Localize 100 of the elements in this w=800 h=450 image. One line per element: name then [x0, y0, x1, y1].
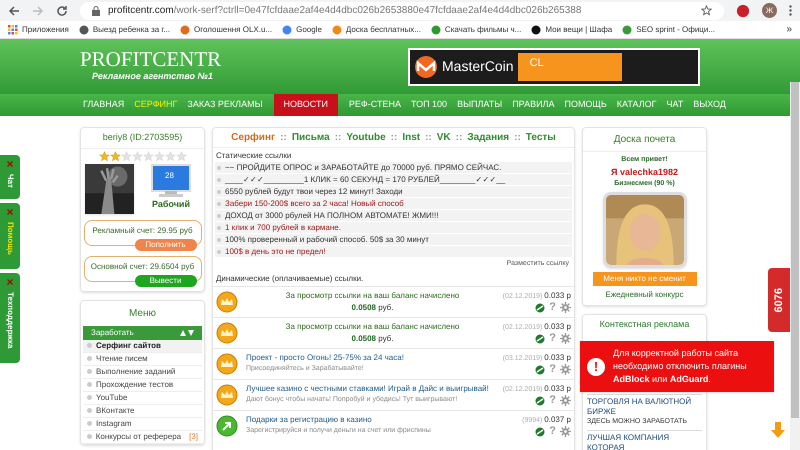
apps-grid-icon: [8, 24, 18, 34]
link-title[interactable]: Лучшее казино с честными ставками! Играй в Дайс и выигрывай!: [246, 383, 499, 396]
banner-brand: MasterCoin: [442, 57, 514, 76]
star-icon: [98, 150, 110, 162]
credited-text: За просмотр ссылки на ваш баланс начислено: [286, 320, 460, 332]
crown-coin-icon: [216, 352, 238, 374]
tab-separator: ::: [280, 131, 287, 145]
context-title: Контекстная реклама: [598, 318, 690, 331]
menu-item[interactable]: YouTube: [83, 392, 202, 404]
banner-text: CL: [518, 52, 622, 80]
honor-name[interactable]: Я valechka1982: [610, 166, 678, 179]
bookmark[interactable]: SEO sprint - Офици...: [622, 24, 716, 36]
address-bar[interactable]: profitcentr.com/work-serf?ctrll=0e47fcfdaae2af4e4d4dbc026b2653880e47fcfdaae2af4e4d4dbc026b265388: [80, 2, 724, 20]
work-tab[interactable]: VK: [436, 130, 451, 145]
username[interactable]: beriy8 (ID:2703595): [81, 128, 204, 148]
star-icon: [120, 150, 132, 162]
gear-icon[interactable]: [560, 364, 571, 376]
more-bookmarks[interactable]: »: [786, 22, 792, 37]
tab-separator: ::: [390, 131, 398, 145]
menu-item[interactable]: ВКонтакте: [83, 404, 202, 418]
shield-icon[interactable]: [535, 302, 546, 313]
scrollbar[interactable]: [790, 82, 800, 450]
side-tab[interactable]: × Техподдержка: [0, 273, 20, 363]
site-icon: [282, 24, 292, 34]
alert-icon: !: [587, 358, 605, 376]
coin-logo-icon: [414, 54, 438, 78]
link-title[interactable]: Подарки за регистрацию в казино: [246, 414, 499, 426]
gear-icon[interactable]: [560, 395, 571, 406]
shield-icon[interactable]: [535, 426, 546, 437]
work-tab[interactable]: Серфинг: [231, 130, 276, 145]
gear-icon[interactable]: [560, 426, 571, 438]
banner-ad[interactable]: MasterCoin CL: [408, 48, 700, 86]
side-tab[interactable]: × Чат: [0, 155, 20, 199]
work-tab[interactable]: Inst: [402, 130, 420, 145]
static-link[interactable]: 100$ в день это не предел!: [215, 246, 572, 257]
work-tab[interactable]: Тесты: [526, 130, 556, 145]
menu-item[interactable]: Конкурсы от реферера [3]: [83, 430, 202, 444]
ad-title[interactable]: ТОРГОВЛЯ НА ВАЛЮТНОЙ БИРЖЕ: [587, 397, 702, 417]
menu-item[interactable]: Серфинг сайтов: [83, 340, 202, 352]
apps-bookmark[interactable]: Приложения: [8, 24, 69, 36]
extension-icon[interactable]: [736, 4, 750, 18]
static-link[interactable]: ____✓✓✓_________1 КЛИК = 60 СЕКУНД = 170 РУБЛЕЙ________✓✓✓__: [215, 174, 572, 185]
static-link[interactable]: 6550 рублей будут твои через 12 минут! Заходи: [215, 186, 572, 197]
work-tab[interactable]: Письма: [292, 130, 330, 145]
back-icon[interactable]: [8, 4, 20, 16]
shield-icon[interactable]: [535, 364, 546, 375]
tab-separator: ::: [514, 131, 521, 145]
bookmark[interactable]: Доска бесплатных...: [332, 24, 421, 36]
monitor-icon: [151, 164, 191, 198]
star-icon: [142, 150, 154, 162]
static-link[interactable]: ~~ ПРОЙДИТЕ ОПРОС и ЗАРАБОТАЙТЕ до 70000 руб. ПРЯМО СЕЙЧАС.: [215, 162, 572, 173]
crown-coin-icon: [216, 384, 238, 406]
ad-balance: Рекламный счет: 29.95 руб: [92, 224, 193, 236]
site-icon: [430, 24, 441, 34]
link-title[interactable]: Проект - просто Огонь! 25-75% за 24 часа!: [246, 352, 499, 364]
bookmark[interactable]: Выезд ребенка за г...: [78, 24, 170, 36]
shield-icon[interactable]: [535, 396, 546, 406]
nav-link[interactable]: НОВОСТИ: [274, 94, 338, 116]
star-icon: [132, 150, 142, 162]
bookmark-star-icon[interactable]: [701, 5, 712, 16]
ad-title[interactable]: ЛУЧШАЯ КОМПАНИЯ КОТОРАЯ: [587, 432, 702, 450]
site-icon: [78, 24, 89, 34]
static-link[interactable]: 100% проверенный и рабочий способ. 50$ за 30 минут: [215, 234, 572, 245]
alert-message: Для корректной работы сайта необходимо отключить плагины AdBlock или AdGuard.: [613, 347, 748, 386]
credited-amount: 0.0508 руб.: [352, 302, 394, 314]
star-icon: [154, 150, 164, 162]
shield-icon[interactable]: [535, 334, 546, 344]
tab-separator: ::: [456, 131, 462, 145]
bookmark[interactable]: Оголошення OLX.u...: [180, 24, 272, 36]
work-tab[interactable]: Youtube: [346, 130, 386, 145]
contest-link[interactable]: Ежедневный конкурс: [605, 288, 684, 300]
status-label: Рабочий: [152, 198, 190, 210]
url-text: profitcentr.com/work-serf?ctrll=0e47fcfdaae2af4e4d4dbc026b2653880e47fcfdaae2af4e4d4dbc026b265388: [108, 4, 582, 18]
menu-item[interactable]: Чтение писем: [83, 352, 202, 366]
work-tab[interactable]: Задания: [467, 130, 510, 145]
credited-text: За просмотр ссылки на ваш баланс начислено: [286, 290, 460, 302]
bookmark[interactable]: Google: [282, 24, 322, 36]
static-link[interactable]: 1 клик и 700 рублей в кармане.: [215, 222, 572, 233]
static-link[interactable]: Забери 150-200$ всего за 2 часа! Новый способ: [215, 198, 572, 209]
menu-item[interactable]: Прохождение тестов: [83, 378, 202, 392]
bookmark[interactable]: Мои вещи | Шафа: [531, 24, 612, 36]
star-icon: [176, 150, 186, 162]
profile-avatar[interactable]: Ж: [762, 3, 777, 18]
static-link[interactable]: ДОХОД от 3000 рбулей НА ПОЛНОМ АВТОМАТЕ! ЖМИ!!!: [215, 210, 572, 221]
monitor-value: 28: [165, 172, 174, 180]
counter-tab[interactable]: 6076: [768, 268, 790, 332]
menu-item[interactable]: Instagram: [83, 418, 202, 430]
star-icon: [164, 150, 176, 162]
sort-arrows-icon: [180, 330, 194, 336]
menu-section-header[interactable]: Заработать: [83, 326, 202, 340]
menu-icon[interactable]: [789, 5, 792, 16]
crown-coin-icon: [216, 322, 238, 344]
gear-icon[interactable]: [560, 302, 571, 314]
gear-icon[interactable]: [560, 333, 571, 344]
site-icon: [622, 24, 632, 34]
bookmark[interactable]: Скачать фильмы ч...: [430, 24, 522, 36]
menu-item[interactable]: Выполнение заданий: [83, 366, 202, 378]
section-title: Динамические (оплачиваемые) ссылки.: [215, 272, 364, 285]
reload-icon[interactable]: [56, 4, 68, 16]
site-icon: [332, 24, 342, 34]
